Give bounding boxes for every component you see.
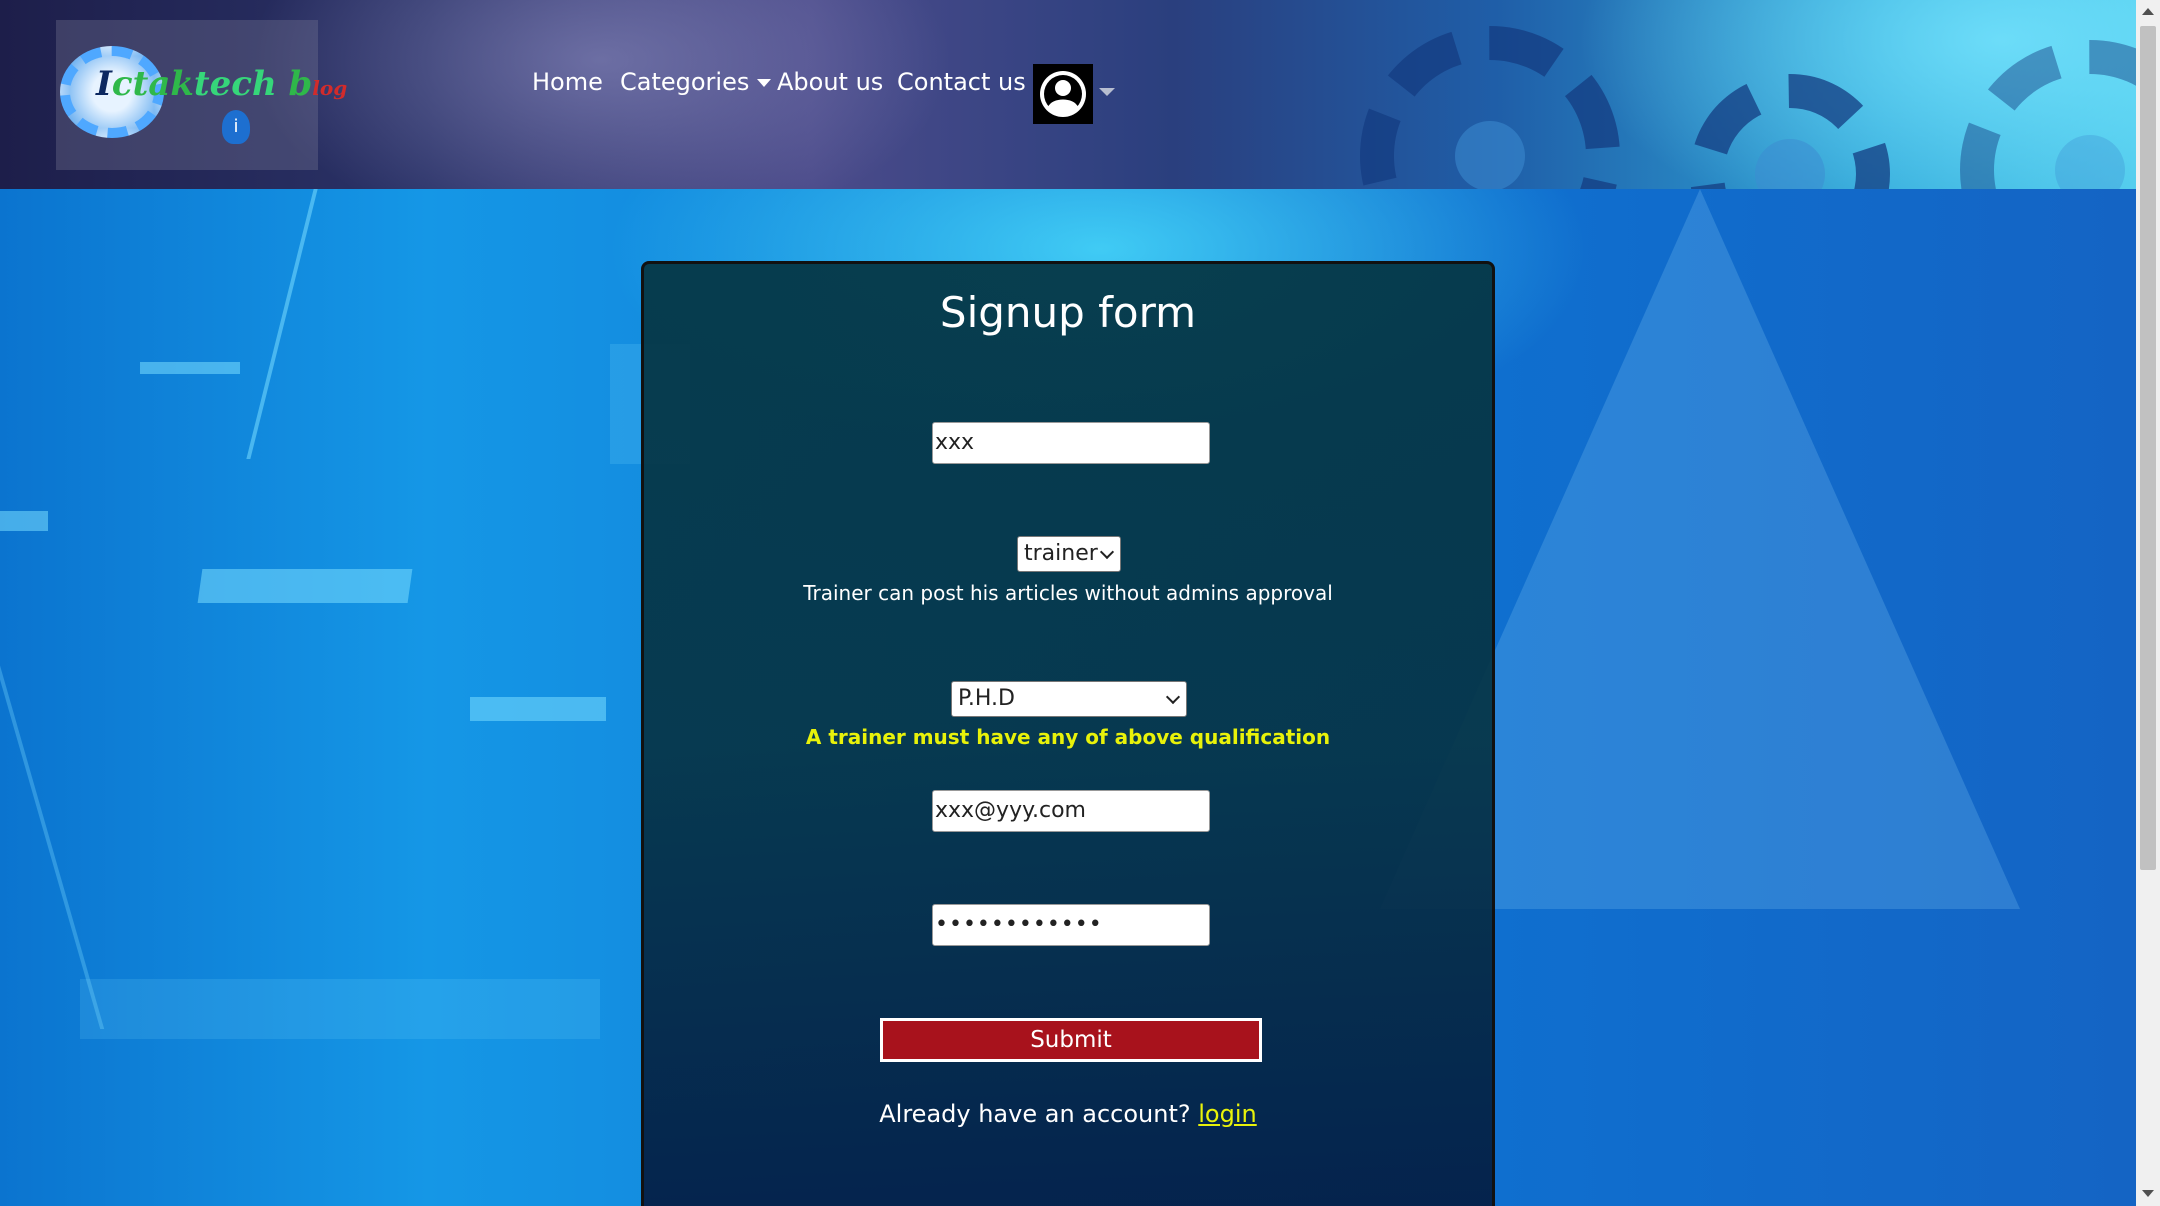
scroll-thumb[interactable] — [2140, 26, 2156, 870]
nav-categories-label: Categories — [620, 68, 750, 96]
background-streak — [80, 979, 600, 1039]
background-streak — [140, 362, 240, 374]
vertical-scrollbar[interactable] — [2136, 0, 2160, 1206]
background-streak — [0, 609, 105, 1029]
gear-decoration — [1690, 74, 1890, 189]
gear-decoration — [1360, 26, 1620, 189]
logo-text: Ictaktech blog — [96, 64, 348, 104]
background-streak — [470, 697, 606, 721]
background-streak — [0, 511, 48, 531]
nav-home[interactable]: Home — [532, 68, 603, 96]
site-header: Ictaktech blog i Home Categories About u… — [0, 0, 2136, 189]
user-avatar-button[interactable] — [1033, 64, 1093, 124]
username-input[interactable]: xxx — [932, 422, 1210, 464]
user-menu-chevron-icon[interactable] — [1099, 88, 1115, 96]
background-streak — [197, 569, 413, 603]
gear-decoration — [1960, 40, 2136, 189]
logo-drop-icon: i — [222, 110, 250, 144]
nav-contact[interactable]: Contact us — [897, 68, 1026, 96]
qualification-select-value: P.H.D — [958, 686, 1015, 711]
chevron-down-icon — [1165, 689, 1181, 705]
page-title: Signup form — [939, 288, 1197, 337]
login-link[interactable]: login — [1198, 1100, 1256, 1128]
submit-button[interactable]: Submit — [880, 1018, 1262, 1062]
signup-card: Signup form xxx trainer Trainer can post… — [641, 261, 1495, 1206]
nav-categories[interactable]: Categories — [620, 68, 772, 96]
role-select[interactable]: trainer — [1017, 536, 1121, 572]
scroll-up-icon[interactable] — [2142, 8, 2154, 15]
chevron-down-icon — [757, 79, 772, 87]
background-streak — [246, 189, 318, 459]
login-prompt-text: Already have an account? — [879, 1100, 1199, 1128]
password-input[interactable]: •••••••••••• — [932, 904, 1210, 946]
site-logo[interactable]: Ictaktech blog i — [56, 20, 347, 170]
role-note: Trainer can post his articles without ad… — [803, 581, 1333, 605]
qualification-select[interactable]: P.H.D — [951, 681, 1187, 717]
user-avatar-icon — [1040, 71, 1086, 117]
chevron-down-icon — [1099, 544, 1115, 560]
role-select-value: trainer — [1024, 541, 1098, 566]
login-prompt: Already have an account? login — [644, 1100, 1492, 1128]
scroll-down-icon[interactable] — [2142, 1190, 2154, 1197]
qualification-note: A trainer must have any of above qualifi… — [805, 725, 1331, 749]
nav-about[interactable]: About us — [777, 68, 883, 96]
email-input[interactable]: xxx@yyy.com — [932, 790, 1210, 832]
